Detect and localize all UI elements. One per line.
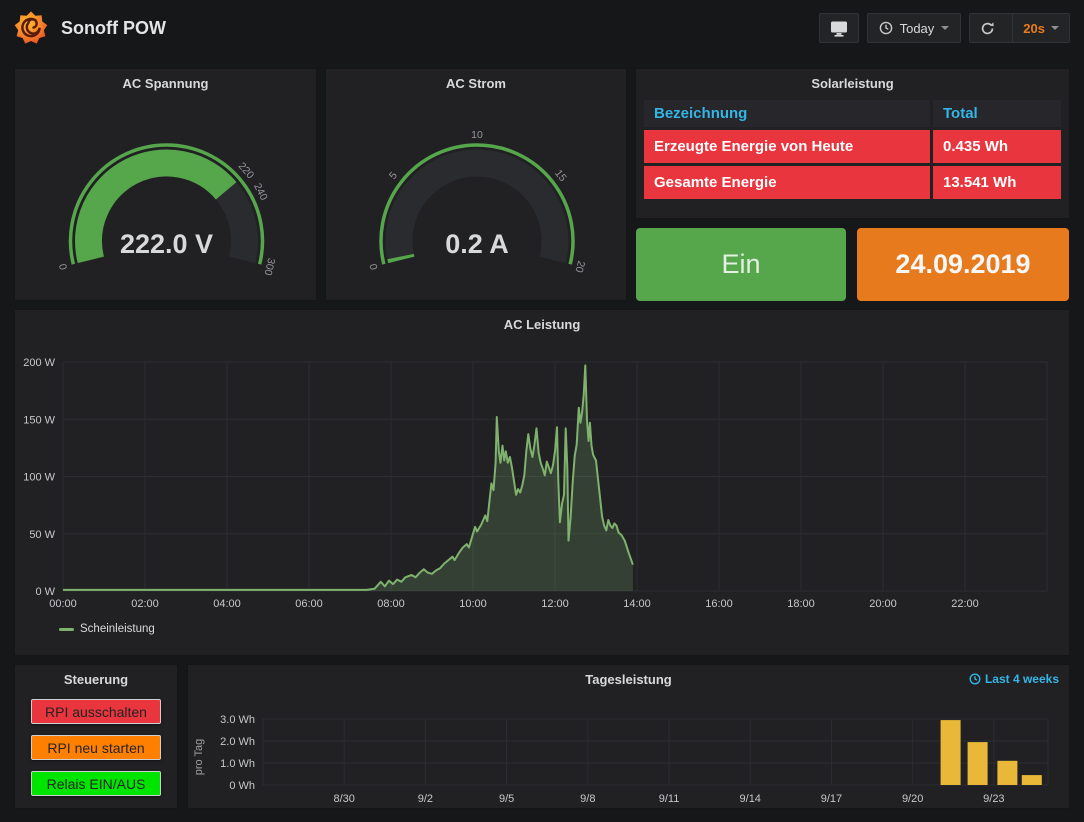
svg-text:0: 0 (368, 262, 381, 271)
svg-text:22:00: 22:00 (951, 598, 979, 610)
svg-text:0 Wh: 0 Wh (229, 780, 255, 792)
panel-ac-spannung: AC Spannung 0220240300222.0 V (14, 68, 317, 301)
column-header-bezeichnung[interactable]: Bezeichnung (644, 100, 930, 127)
svg-text:20: 20 (573, 260, 588, 274)
date-value: 24.09.2019 (895, 249, 1030, 280)
svg-text:20:00: 20:00 (869, 598, 897, 610)
panel-ac-leistung: AC Leistung 0 W50 W100 W150 W200 W00:000… (14, 309, 1070, 656)
column-header-total[interactable]: Total (933, 100, 1061, 127)
svg-text:9/20: 9/20 (902, 793, 923, 805)
svg-text:100 W: 100 W (23, 472, 55, 484)
time-range-picker[interactable]: Today (867, 13, 962, 43)
svg-text:15: 15 (552, 167, 569, 184)
svg-text:10:00: 10:00 (459, 598, 487, 610)
rpi-restart-button[interactable]: RPI neu starten (31, 735, 161, 760)
monitor-icon (830, 20, 848, 37)
svg-text:150 W: 150 W (23, 414, 55, 426)
svg-text:02:00: 02:00 (131, 598, 159, 610)
panel-ac-strom: AC Strom 051015200.2 A (325, 68, 627, 301)
legend-label: Scheinleistung (80, 623, 155, 635)
panel-steuerung: Steuerung RPI ausschalten RPI neu starte… (14, 664, 178, 809)
panel-tagesleistung: Tagesleistung Last 4 weeks 8/309/29/59/8… (187, 664, 1070, 809)
table-header-row: Bezeichnung Total (644, 100, 1061, 127)
svg-text:18:00: 18:00 (787, 598, 815, 610)
svg-text:10: 10 (471, 129, 483, 141)
svg-text:5: 5 (387, 170, 400, 182)
refresh-controls: 20s (969, 13, 1070, 43)
top-nav: Sonoff POW Today (0, 0, 1084, 56)
svg-text:9/17: 9/17 (821, 793, 842, 805)
svg-text:0: 0 (57, 262, 70, 271)
row-name: Erzeugte Energie von Heute (644, 130, 930, 163)
svg-text:14:00: 14:00 (623, 598, 651, 610)
row-value: 13.541 Wh (933, 166, 1061, 199)
ac-spannung-gauge: 0220240300222.0 V (15, 69, 318, 302)
table-row: Erzeugte Energie von Heute 0.435 Wh (644, 130, 1061, 163)
ac-leistung-chart[interactable]: 0 W 50 W 100 W 150 W 200 W 00:00 02:00 04:00 06:… (15, 310, 1071, 657)
ac-strom-gauge: 0 5 10 15 20 0.2 A (326, 69, 628, 302)
svg-text:200 W: 200 W (23, 357, 55, 369)
legend-item-scheinleistung[interactable]: Scheinleistung (59, 623, 155, 635)
panel-solarleistung: Solarleistung Bezeichnung Total Erzeugte… (635, 68, 1070, 219)
clock-icon (879, 21, 893, 35)
svg-text:1.0 Wh: 1.0 Wh (220, 758, 255, 770)
svg-text:222.0 V: 222.0 V (120, 229, 213, 259)
solar-table: Bezeichnung Total Erzeugte Energie von H… (644, 100, 1061, 199)
relay-state-value: Ein (721, 249, 760, 280)
series-color-dash (59, 628, 74, 631)
svg-text:2.0 Wh: 2.0 Wh (220, 736, 255, 748)
row-name: Gesamte Energie (644, 166, 930, 199)
svg-text:3.0 Wh: 3.0 Wh (220, 714, 255, 726)
svg-text:00:00: 00:00 (49, 598, 77, 610)
svg-text:12:00: 12:00 (541, 598, 569, 610)
svg-text:50 W: 50 W (29, 529, 55, 541)
refresh-interval-dropdown[interactable]: 20s (1012, 14, 1069, 42)
svg-text:9/23: 9/23 (983, 793, 1004, 805)
panel-relay-state: Ein (636, 228, 846, 301)
svg-text:16:00: 16:00 (705, 598, 733, 610)
refresh-icon (980, 21, 995, 36)
svg-text:8/30: 8/30 (333, 793, 354, 805)
row-value: 0.435 Wh (933, 130, 1061, 163)
nav-actions: Today 20s (819, 13, 1070, 43)
svg-text:9/8: 9/8 (580, 793, 595, 805)
svg-text:0.2 A: 0.2 A (445, 229, 509, 259)
time-range-label: Today (900, 21, 935, 36)
table-row: Gesamte Energie 13.541 Wh (644, 166, 1061, 199)
refresh-interval-label: 20s (1023, 21, 1045, 36)
svg-text:9/11: 9/11 (659, 793, 680, 805)
svg-text:08:00: 08:00 (377, 598, 405, 610)
tv-mode-button[interactable] (819, 13, 859, 43)
svg-text:9/5: 9/5 (499, 793, 514, 805)
panel-date: 24.09.2019 (857, 228, 1069, 301)
svg-text:06:00: 06:00 (295, 598, 323, 610)
refresh-button[interactable] (970, 14, 1005, 42)
grafana-dashboard: Sonoff POW Today (0, 0, 1084, 822)
chevron-down-icon (1051, 26, 1059, 30)
tagesleistung-chart[interactable]: 8/30 9/2 9/5 9/8 9/11 9/14 9/17 9/20 9/23 0 Wh 1.0… (188, 665, 1071, 810)
chevron-down-icon (941, 26, 949, 30)
dashboard-title[interactable]: Sonoff POW (61, 18, 166, 39)
rpi-shutdown-button[interactable]: RPI ausschalten (31, 699, 161, 724)
svg-text:300: 300 (261, 257, 277, 277)
panel-title-steuerung[interactable]: Steuerung (15, 665, 177, 687)
relay-toggle-button[interactable]: Relais EIN/AUS (31, 771, 161, 796)
svg-text:04:00: 04:00 (213, 598, 241, 610)
svg-text:0 W: 0 W (35, 586, 55, 598)
svg-text:pro Tag: pro Tag (193, 739, 205, 776)
grafana-logo-icon[interactable] (14, 11, 48, 45)
svg-text:9/2: 9/2 (418, 793, 433, 805)
panel-title-solarleistung[interactable]: Solarleistung (636, 69, 1069, 91)
svg-text:9/14: 9/14 (740, 793, 761, 805)
control-buttons: RPI ausschalten RPI neu starten Relais E… (15, 699, 177, 796)
